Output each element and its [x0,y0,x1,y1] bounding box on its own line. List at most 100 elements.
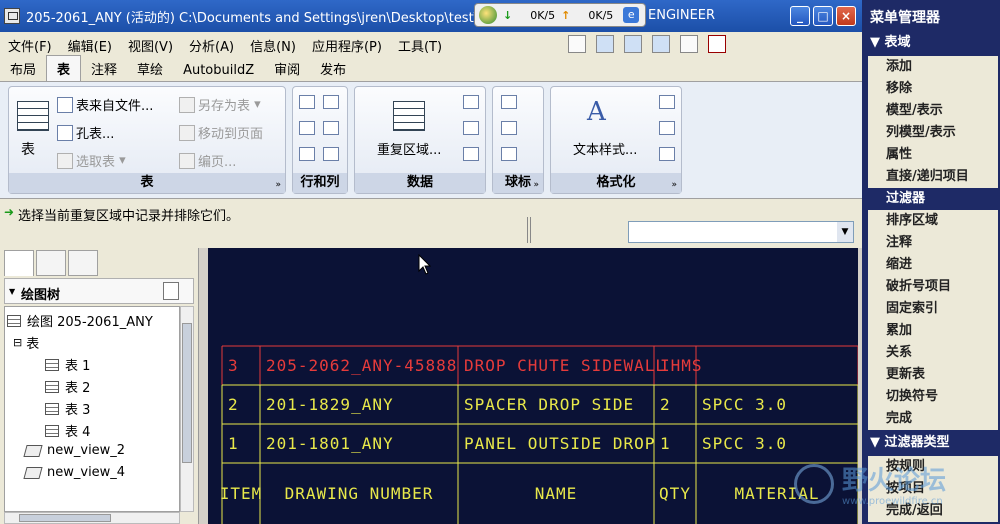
ribbon-tab[interactable]: 布局 [0,56,46,81]
select-table-button[interactable]: 选取表 ▾ [57,151,126,170]
balloon-settings-icon[interactable] [501,147,517,161]
menu-manager-item[interactable]: 关系 [868,342,998,364]
menu-manager-item[interactable]: 排序区域 [868,210,998,232]
scroll-thumb[interactable] [182,323,192,463]
menu-item[interactable]: 应用程序(P) [304,36,390,55]
tree-horizontal-scrollbar[interactable] [4,512,180,524]
table-region-section[interactable]: ▼ 表域 [864,32,1000,54]
menu-item[interactable]: 分析(A) [181,36,242,55]
layers-icon[interactable] [596,35,614,53]
decimal-icon[interactable] [659,121,675,135]
split-cells-icon[interactable] [323,147,339,161]
tree-item[interactable]: ⊟ 表 [13,333,39,352]
chevron-down-icon[interactable]: ▼ [837,222,853,242]
bom-table: 3 205-2062_ANY-45888 DROP CHUTE SIDEWALLIH… [220,345,858,524]
move-to-page-button[interactable]: 移动到页面 [179,123,263,142]
filter-type-section[interactable]: ▼ 过滤器类型 [864,432,1000,454]
panel-splitter[interactable] [198,248,208,524]
edit-icon[interactable] [624,35,642,53]
menu-manager-item[interactable]: 直接/递归项目 [868,166,998,188]
new-file-icon[interactable] [568,35,586,53]
ribbon-tab[interactable]: 表 [46,55,82,81]
eraser-icon[interactable] [463,121,479,135]
menu-manager-item[interactable]: 累加 [868,320,998,342]
collapse-icon[interactable]: ⊟ [13,336,22,349]
menu-manager-item[interactable]: 完成 [868,408,998,430]
menu-manager-item[interactable]: 移除 [868,78,998,100]
view-cube-icon[interactable] [652,35,670,53]
ribbon-tab[interactable]: 审阅 [264,56,310,81]
menu-manager-item[interactable]: 更新表 [868,364,998,386]
tree-item[interactable]: 表 2 [45,377,90,396]
refresh-icon[interactable] [463,95,479,109]
upload-arrow-icon: ↑ [561,8,571,22]
drawing-canvas[interactable]: 3 205-2062_ANY-45888 DROP CHUTE SIDEWALL IH… [208,248,858,524]
tree-item[interactable]: 表 3 [45,399,90,418]
close-button[interactable]: × [836,6,856,26]
ribbon-tab[interactable]: 注释 [81,56,127,81]
tree-tab-icon[interactable] [4,250,34,276]
balloon-list-icon[interactable] [501,121,517,135]
minimize-button[interactable]: _ [790,6,810,26]
ribbon-tab[interactable]: 发布 [310,56,356,81]
page-button[interactable]: 编页... [179,151,236,170]
menu-manager-item[interactable]: 属性 [868,144,998,166]
table-group-expand-icon[interactable]: » [275,180,281,190]
menu-manager-item[interactable]: 破折号项目 [868,276,998,298]
filter-combo[interactable]: ▼ [628,221,854,243]
ribbon-tab[interactable]: AutobuildZ [173,60,264,81]
add-column-icon[interactable] [323,121,339,135]
tree-item[interactable]: new_view_2 [23,443,125,458]
format-copy-icon[interactable] [659,95,675,109]
hatch-icon[interactable] [659,147,675,161]
insert-column-icon[interactable] [323,95,339,109]
attributes-icon[interactable] [463,147,479,161]
menu-item[interactable]: 编辑(E) [60,36,120,55]
balloon-group-expand-icon[interactable]: » [533,180,539,190]
menu-item[interactable]: 工具(T) [390,36,450,55]
maximize-button[interactable]: □ [813,6,833,26]
menu-manager-item[interactable]: 模型/表示 [868,100,998,122]
table-cell-text: DROP CHUTE SIDEWALL [464,356,666,375]
menu-item[interactable]: 视图(V) [120,36,181,55]
scroll-thumb[interactable] [19,514,111,522]
menu-manager-item[interactable]: 过滤器 [868,188,998,210]
insert-row-icon[interactable] [299,95,315,109]
menu-item[interactable]: 文件(F) [0,36,60,55]
favorites-tab-icon[interactable] [68,250,98,276]
menu-manager-item[interactable]: 缩进 [868,254,998,276]
folder-browser-tab-icon[interactable] [36,250,66,276]
browser-icon[interactable]: e [623,7,640,23]
repeat-region-button[interactable]: 重复区域... [377,139,441,158]
close-window-icon[interactable] [708,35,726,53]
add-row-icon[interactable] [299,121,315,135]
tree-settings-icon[interactable] [163,282,179,300]
sketch-icon[interactable] [680,35,698,53]
tree-vertical-scrollbar[interactable] [180,306,194,512]
tree-item[interactable]: 绘图 205-2061_ANY [7,311,153,330]
tree-item[interactable]: 表 4 [45,421,90,440]
format-group-expand-icon[interactable]: » [671,180,677,190]
app-icon[interactable] [4,8,20,24]
table-cell-text: ITEM [220,484,263,503]
balloon-icon[interactable] [501,95,517,109]
menu-item[interactable]: 信息(N) [242,36,304,55]
menu-manager-item[interactable]: 注释 [868,232,998,254]
table-group: 表 表来自文件... 孔表... 选取表 ▾ 另存为表 ▾ 移动到页面 编页..… [8,86,286,194]
table-from-file-button[interactable]: 表来自文件... [57,95,153,114]
drawing-tree-header[interactable]: ▼ 绘图树 [4,278,194,304]
text-style-button[interactable]: 文本样式... [573,139,637,158]
menu-manager-item[interactable]: 添加 [868,56,998,78]
hole-table-button[interactable]: 孔表... [57,123,114,142]
merge-cells-icon[interactable] [299,147,315,161]
tree-item[interactable]: new_view_4 [23,465,125,480]
ribbon-tab[interactable]: 草绘 [127,56,173,81]
collapse-icon[interactable]: ▼ [9,287,15,296]
navigator-tabs [4,250,100,276]
menu-manager-item[interactable]: 固定索引 [868,298,998,320]
tree-item[interactable]: 表 1 [45,355,90,374]
save-as-table-button[interactable]: 另存为表 ▾ [179,95,261,114]
table-button[interactable]: 表 [21,139,35,159]
menu-manager-item[interactable]: 切换符号 [868,386,998,408]
menu-manager-item[interactable]: 列模型/表示 [868,122,998,144]
